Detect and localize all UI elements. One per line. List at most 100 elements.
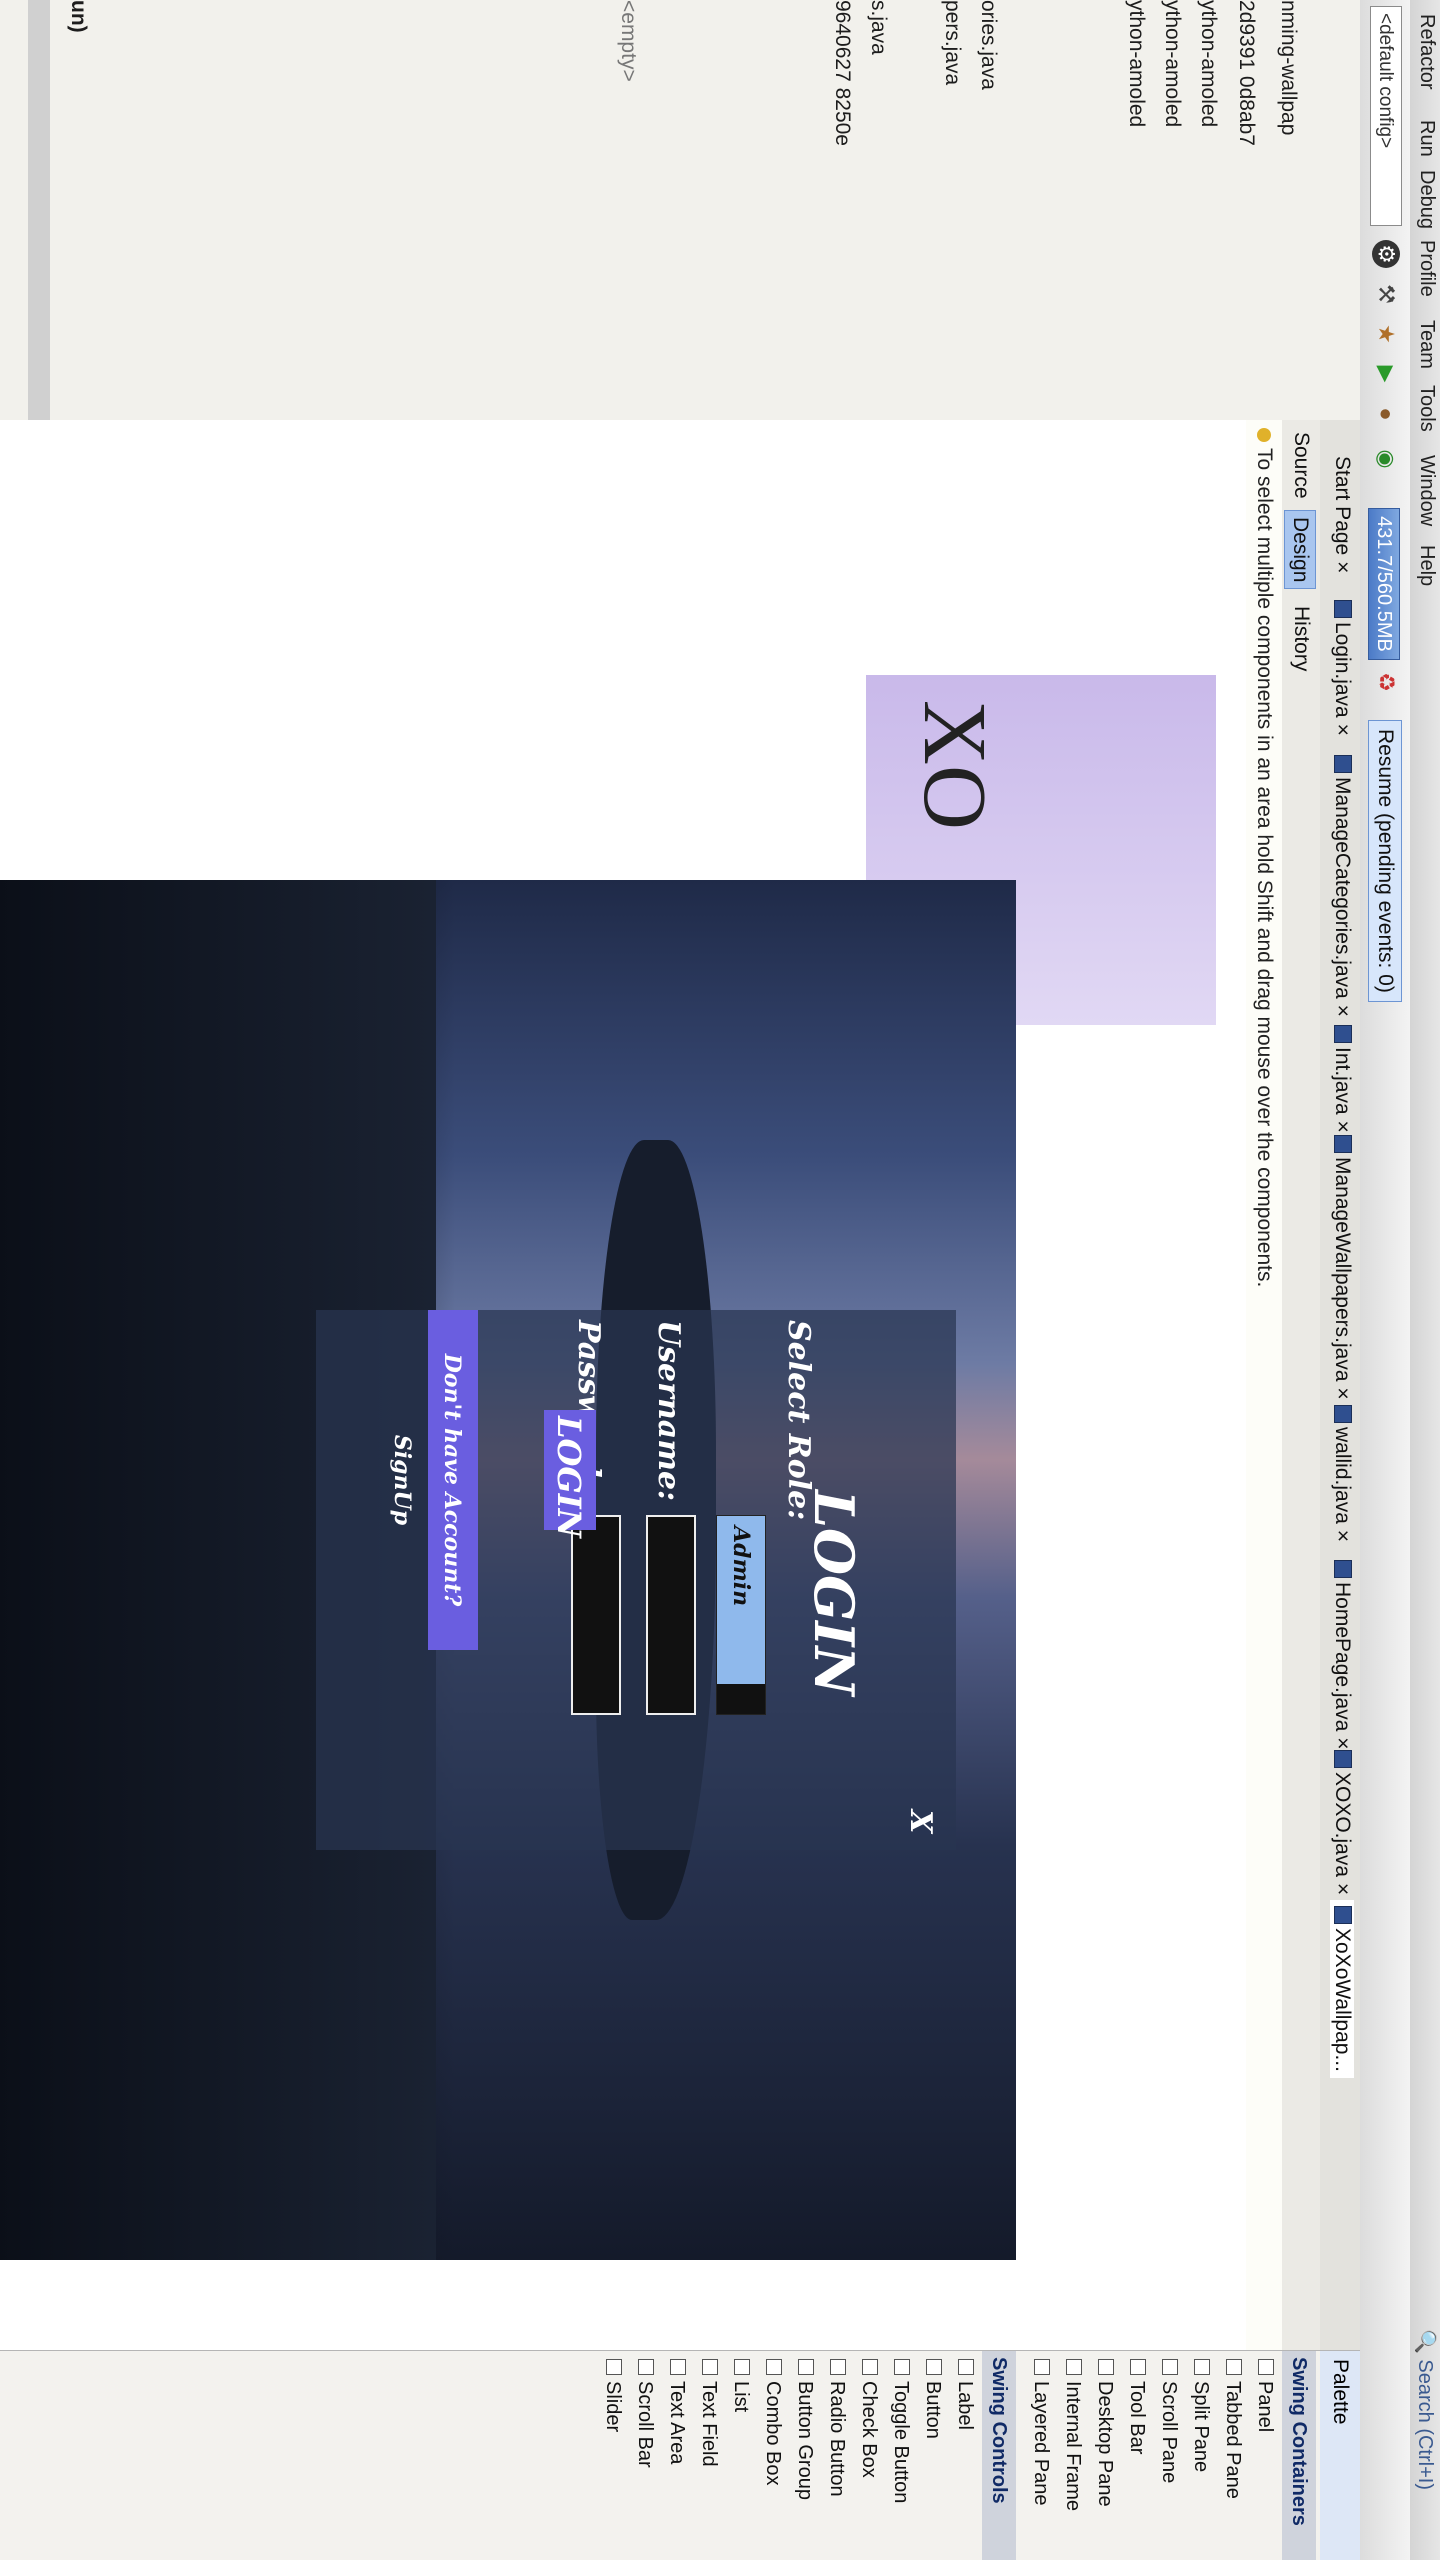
tab-xoxo-wallpaper[interactable]: XoXoWallpap... bbox=[1330, 1900, 1354, 2078]
palette-item[interactable]: Scroll Bar bbox=[633, 2359, 656, 2468]
username-field[interactable] bbox=[646, 1515, 696, 1715]
editor-tabs: Start Page × Login.java × ManageCategori… bbox=[1319, 420, 1360, 2350]
split-pane-icon bbox=[1194, 2359, 1210, 2375]
login-form-preview[interactable]: X LOGIN Select Role: Admin Username: Pas… bbox=[0, 880, 1016, 2260]
palette-item[interactable]: Tabbed Pane bbox=[1221, 2359, 1244, 2499]
nav-item[interactable]: ython-amoled bbox=[1196, 0, 1220, 127]
menu-run[interactable]: Run bbox=[1415, 120, 1438, 157]
java-file-icon bbox=[1334, 1025, 1352, 1043]
palette-item[interactable]: Button Group bbox=[793, 2359, 816, 2500]
role-combo-box[interactable]: Admin bbox=[716, 1515, 766, 1715]
tab-homepage[interactable]: HomePage.java × bbox=[1330, 1560, 1354, 1750]
menu-tools[interactable]: Tools bbox=[1415, 385, 1438, 432]
nav-item[interactable]: ython-amoled bbox=[1124, 0, 1148, 127]
palette-item[interactable]: Radio Button bbox=[825, 2359, 848, 2497]
palette-item[interactable]: Text Field bbox=[697, 2359, 720, 2467]
menu-refactor[interactable]: Refactor bbox=[1415, 14, 1438, 90]
project-navigator: nming-wallpap 2d9391 0d8ab7 ython-amoled… bbox=[0, 0, 1360, 421]
search-icon: 🔍 bbox=[1414, 2328, 1436, 2354]
run-icon[interactable]: ▶ bbox=[1372, 360, 1400, 388]
tab-manage-categories[interactable]: ManageCategories.java × bbox=[1330, 755, 1354, 1017]
java-file-icon bbox=[1334, 1560, 1352, 1578]
palette-item[interactable]: Desktop Pane bbox=[1093, 2359, 1116, 2507]
profile-icon[interactable]: ◉ bbox=[1372, 445, 1400, 473]
chevron-down-icon[interactable] bbox=[717, 1684, 765, 1714]
menu-bar: Refactor Run Debug Profile Team Tools Wi… bbox=[1409, 0, 1440, 2560]
config-combo[interactable]: <default config> bbox=[1370, 6, 1402, 226]
swing-containers-header[interactable]: Swing Containers bbox=[1282, 2351, 1316, 2560]
nav-item[interactable]: pers.java bbox=[940, 0, 964, 85]
scroll-bar-icon bbox=[638, 2359, 654, 2375]
username-label: Username: bbox=[651, 1320, 686, 1502]
tab-source[interactable]: Source bbox=[1286, 426, 1316, 505]
login-panel: X LOGIN Select Role: Admin Username: Pas… bbox=[316, 1310, 956, 1850]
navigator-scrollbar[interactable] bbox=[28, 0, 50, 420]
palette-item[interactable]: Panel bbox=[1253, 2359, 1276, 2432]
palette-item[interactable]: Split Pane bbox=[1189, 2359, 1212, 2472]
nav-item[interactable]: ython-amoled bbox=[1160, 0, 1184, 127]
palette-item[interactable]: Button bbox=[921, 2359, 944, 2439]
tab-start-page[interactable]: Start Page × bbox=[1330, 456, 1354, 573]
memory-indicator[interactable]: 431.7/560.5MB bbox=[1368, 508, 1400, 660]
palette-item[interactable]: Slider bbox=[601, 2359, 624, 2432]
hammer-icon[interactable]: ⚒ bbox=[1372, 280, 1400, 308]
search-field[interactable]: 🔍 Search (Ctrl+I) bbox=[1413, 2329, 1438, 2490]
menu-debug[interactable]: Debug bbox=[1415, 170, 1438, 229]
design-canvas[interactable]: XO X LOGIN Select Role: Admin Username: … bbox=[0, 420, 1246, 2350]
lightbulb-icon bbox=[1257, 428, 1271, 442]
toolbar: <default config> ⚙ ⚒ ★ ▶ ● ◉ 431.7/560.5… bbox=[1359, 0, 1410, 2560]
palette-item[interactable]: List bbox=[729, 2359, 752, 2412]
gc-icon[interactable]: ♻ bbox=[1372, 668, 1400, 696]
tab-manage-wallpapers[interactable]: ManageWallpapers.java × bbox=[1330, 1135, 1354, 1400]
label-icon bbox=[958, 2359, 974, 2375]
palette-item[interactable]: Text Area bbox=[665, 2359, 688, 2464]
nav-item[interactable]: 9640627 8250e bbox=[830, 0, 854, 146]
resume-button[interactable]: Resume (pending events: 0) bbox=[1368, 720, 1402, 1002]
menu-help[interactable]: Help bbox=[1415, 545, 1438, 586]
tab-design[interactable]: Design bbox=[1284, 510, 1316, 590]
tab-history[interactable]: History bbox=[1286, 600, 1316, 677]
list-icon bbox=[734, 2359, 750, 2375]
clean-build-icon[interactable]: ★ bbox=[1372, 320, 1400, 348]
tab-login[interactable]: Login.java × bbox=[1330, 600, 1354, 736]
close-button[interactable]: X bbox=[903, 1810, 938, 1833]
java-file-icon bbox=[1334, 1906, 1352, 1924]
palette-item[interactable]: Scroll Pane bbox=[1157, 2359, 1180, 2483]
palette-item[interactable]: Check Box bbox=[857, 2359, 880, 2478]
nav-item[interactable]: ories.java bbox=[976, 0, 1000, 90]
internal-frame-icon bbox=[1066, 2359, 1082, 2375]
slider-icon bbox=[606, 2359, 622, 2375]
palette-item[interactable]: Tool Bar bbox=[1125, 2359, 1148, 2454]
login-button[interactable]: LOGIN bbox=[544, 1410, 596, 1538]
java-file-icon bbox=[1334, 1750, 1352, 1768]
password-field[interactable] bbox=[571, 1515, 621, 1715]
output-label: un) bbox=[67, 0, 90, 33]
button-icon bbox=[926, 2359, 942, 2375]
palette-item[interactable]: Combo Box bbox=[761, 2359, 784, 2486]
menu-window[interactable]: Window bbox=[1415, 455, 1438, 526]
palette-title[interactable]: Palette bbox=[1320, 2351, 1360, 2560]
radio-button-icon bbox=[830, 2359, 846, 2375]
layered-pane-icon bbox=[1034, 2359, 1050, 2375]
tab-wallid[interactable]: wallid.java × bbox=[1330, 1405, 1354, 1542]
button-group-icon bbox=[798, 2359, 814, 2375]
menu-profile[interactable]: Profile bbox=[1415, 240, 1438, 297]
tab-int[interactable]: Int.java × bbox=[1330, 1025, 1354, 1133]
palette-item[interactable]: Toggle Button bbox=[889, 2359, 912, 2503]
nav-item[interactable]: 2d9391 0d8ab7 bbox=[1234, 0, 1258, 146]
debug-icon[interactable]: ● bbox=[1372, 400, 1400, 428]
nav-item[interactable]: s.java bbox=[866, 0, 890, 55]
menu-team[interactable]: Team bbox=[1415, 320, 1438, 369]
signup-button[interactable]: Don't have Account? SignUp bbox=[389, 1310, 478, 1650]
toggle-button-icon bbox=[894, 2359, 910, 2375]
tabbed-pane-icon bbox=[1226, 2359, 1242, 2375]
palette-item[interactable]: Label bbox=[953, 2359, 976, 2430]
nav-item[interactable]: nming-wallpap bbox=[1276, 0, 1300, 135]
settings-icon[interactable]: ⚙ bbox=[1372, 240, 1400, 268]
palette-item[interactable]: Layered Pane bbox=[1029, 2359, 1052, 2506]
tab-xoxo[interactable]: XOXO.java × bbox=[1330, 1750, 1354, 1895]
swing-controls-header[interactable]: Swing Controls bbox=[982, 2351, 1016, 2560]
design-hint: To select multiple components in an area… bbox=[1245, 420, 1282, 2358]
role-label: Select Role: bbox=[781, 1320, 816, 1521]
palette-item[interactable]: Internal Frame bbox=[1061, 2359, 1084, 2511]
